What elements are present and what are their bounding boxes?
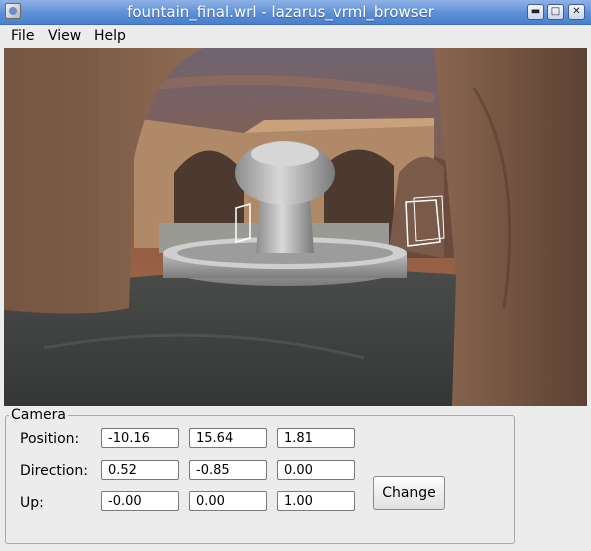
position-y-field[interactable]: [189, 428, 267, 448]
minimize-button[interactable]: ▬: [527, 4, 544, 20]
up-z-field[interactable]: [277, 491, 355, 511]
maximize-icon: □: [550, 6, 561, 17]
title-bar[interactable]: fountain_final.wrl - lazarus_vrml_browse…: [0, 0, 591, 25]
direction-z-field[interactable]: [277, 460, 355, 480]
position-z-field[interactable]: [277, 428, 355, 448]
vrml-viewport[interactable]: [4, 48, 587, 406]
menu-bar: File View Help: [0, 25, 591, 47]
close-icon: ✕: [572, 6, 581, 17]
direction-label: Direction:: [20, 463, 88, 479]
camera-group-title: Camera: [9, 407, 68, 423]
direction-x-field[interactable]: [101, 460, 179, 480]
app-window: fountain_final.wrl - lazarus_vrml_browse…: [0, 0, 591, 551]
up-label: Up:: [20, 495, 44, 511]
scene-render: [4, 48, 587, 406]
menu-help[interactable]: Help: [92, 27, 128, 45]
up-x-field[interactable]: [101, 491, 179, 511]
app-icon: [5, 3, 21, 19]
position-x-field[interactable]: [101, 428, 179, 448]
maximize-button[interactable]: □: [547, 4, 564, 20]
minimize-icon: ▬: [530, 6, 541, 17]
close-button[interactable]: ✕: [568, 4, 585, 20]
position-label: Position:: [20, 431, 80, 447]
fountain-pillar: [256, 198, 314, 253]
direction-y-field[interactable]: [189, 460, 267, 480]
change-button[interactable]: Change: [373, 476, 445, 510]
up-y-field[interactable]: [189, 491, 267, 511]
menu-view[interactable]: View: [46, 27, 83, 45]
menu-file[interactable]: File: [9, 27, 36, 45]
window-title: fountain_final.wrl - lazarus_vrml_browse…: [127, 3, 434, 21]
